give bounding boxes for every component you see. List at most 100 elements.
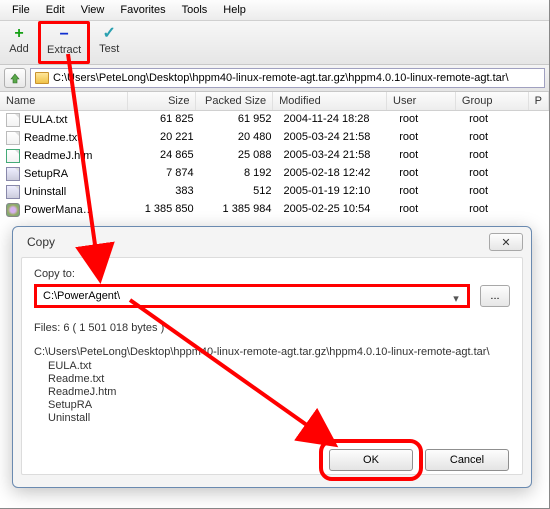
file-modified: 2005-03-24 21:58	[277, 130, 393, 146]
list-item: SetupRA	[48, 399, 510, 412]
minus-icon: −	[59, 26, 68, 44]
file-group: root	[463, 130, 537, 146]
destination-input[interactable]: C:\PowerAgent\ ▾	[34, 284, 470, 308]
browse-label: ...	[490, 290, 499, 302]
address-field[interactable]: C:\Users\PeteLong\Desktop\hppm40-linux-r…	[30, 68, 545, 88]
folder-icon	[35, 72, 49, 84]
file-group: root	[463, 202, 537, 218]
dropdown-icon[interactable]: ▾	[449, 291, 463, 305]
file-icon	[6, 131, 20, 145]
file-modified: 2005-01-19 12:10	[277, 184, 393, 200]
ok-button[interactable]: OK	[329, 449, 413, 471]
file-modified: 2005-02-25 10:54	[277, 202, 393, 218]
table-row[interactable]: Uninstall3835122005-01-19 12:10rootroot	[0, 183, 549, 201]
up-button[interactable]	[4, 68, 26, 88]
table-row[interactable]: SetupRA7 8748 1922005-02-18 12:42rootroo…	[0, 165, 549, 183]
dialog-close-button[interactable]: ✕	[489, 233, 523, 251]
menubar: File Edit View Favorites Tools Help	[0, 0, 549, 21]
menu-favorites[interactable]: Favorites	[112, 2, 173, 18]
file-packed: 20 480	[200, 130, 278, 146]
col-packed[interactable]: Packed Size	[196, 92, 273, 110]
list-item: EULA.txt	[48, 360, 510, 373]
file-icon	[6, 149, 20, 163]
list-item: ReadmeJ.htm	[48, 386, 510, 399]
file-user: root	[393, 166, 463, 182]
list-item: Readme.txt	[48, 373, 510, 386]
source-path: C:\Users\PeteLong\Desktop\hppm40-linux-r…	[34, 346, 510, 358]
plus-icon: +	[14, 25, 23, 43]
file-size: 61 825	[130, 112, 200, 128]
browse-button[interactable]: ...	[480, 285, 510, 307]
file-user: root	[393, 112, 463, 128]
file-packed: 25 088	[200, 148, 278, 164]
test-label: Test	[99, 43, 119, 55]
cancel-label: Cancel	[450, 454, 484, 466]
address-bar: C:\Users\PeteLong\Desktop\hppm40-linux-r…	[0, 65, 549, 92]
menu-tools[interactable]: Tools	[174, 2, 216, 18]
file-size: 24 865	[130, 148, 200, 164]
file-user: root	[393, 130, 463, 146]
col-extra[interactable]: P	[529, 92, 549, 110]
menu-edit[interactable]: Edit	[38, 2, 73, 18]
file-name: Uninstall	[24, 186, 66, 198]
file-group: root	[463, 148, 537, 164]
file-modified: 2005-02-18 12:42	[277, 166, 393, 182]
file-packed: 61 952	[200, 112, 278, 128]
menu-file[interactable]: File	[4, 2, 38, 18]
file-icon	[6, 203, 20, 217]
table-row[interactable]: Readme.txt20 22120 4802005-03-24 21:58ro…	[0, 129, 549, 147]
file-modified: 2004-11-24 18:28	[277, 112, 393, 128]
file-icon	[6, 185, 20, 199]
file-name: Readme.txt	[24, 132, 80, 144]
copy-dialog: Copy ✕ Copy to: C:\PowerAgent\ ▾ ... Fil…	[12, 226, 532, 488]
table-row[interactable]: ReadmeJ.htm24 86525 0882005-03-24 21:58r…	[0, 147, 549, 165]
close-icon: ✕	[501, 236, 510, 249]
ok-label: OK	[363, 454, 379, 466]
address-text: C:\Users\PeteLong\Desktop\hppm40-linux-r…	[53, 72, 509, 84]
summary-text: Files: 6 ( 1 501 018 bytes )	[34, 322, 510, 334]
table-row[interactable]: PowerMana…1 385 8501 385 9842005-02-25 1…	[0, 201, 549, 219]
test-button[interactable]: ✓ Test	[92, 23, 126, 62]
col-size[interactable]: Size	[128, 92, 197, 110]
file-user: root	[393, 184, 463, 200]
file-size: 383	[130, 184, 200, 200]
extract-button[interactable]: − Extract	[38, 21, 90, 64]
check-icon: ✓	[103, 25, 116, 43]
dialog-file-list: EULA.txtReadme.txtReadmeJ.htmSetupRAUnin…	[48, 360, 510, 425]
copy-to-label: Copy to:	[34, 268, 510, 280]
menu-view[interactable]: View	[73, 2, 113, 18]
file-size: 1 385 850	[130, 202, 200, 218]
file-icon	[6, 167, 20, 181]
menu-help[interactable]: Help	[215, 2, 254, 18]
file-name: EULA.txt	[24, 114, 67, 126]
file-packed: 1 385 984	[200, 202, 278, 218]
file-group: root	[463, 184, 537, 200]
col-name[interactable]: Name	[0, 92, 128, 110]
file-name: SetupRA	[24, 168, 68, 180]
file-name: ReadmeJ.htm	[24, 150, 92, 162]
column-header: Name Size Packed Size Modified User Grou…	[0, 92, 549, 111]
file-list: EULA.txt61 82561 9522004-11-24 18:28root…	[0, 111, 549, 219]
file-modified: 2005-03-24 21:58	[277, 148, 393, 164]
file-packed: 8 192	[200, 166, 278, 182]
extract-label: Extract	[47, 44, 81, 56]
list-item: Uninstall	[48, 412, 510, 425]
file-icon	[6, 113, 20, 127]
file-user: root	[393, 202, 463, 218]
file-packed: 512	[200, 184, 278, 200]
add-button[interactable]: + Add	[2, 23, 36, 62]
table-row[interactable]: EULA.txt61 82561 9522004-11-24 18:28root…	[0, 111, 549, 129]
col-user[interactable]: User	[387, 92, 456, 110]
file-size: 20 221	[130, 130, 200, 146]
col-modified[interactable]: Modified	[273, 92, 387, 110]
destination-text: C:\PowerAgent\	[43, 290, 120, 302]
col-group[interactable]: Group	[456, 92, 529, 110]
dialog-title: Copy	[27, 235, 55, 249]
cancel-button[interactable]: Cancel	[425, 449, 509, 471]
up-arrow-icon	[9, 72, 21, 84]
toolbar: + Add − Extract ✓ Test	[0, 21, 549, 65]
file-group: root	[463, 112, 537, 128]
file-user: root	[393, 148, 463, 164]
file-size: 7 874	[130, 166, 200, 182]
add-label: Add	[9, 43, 29, 55]
